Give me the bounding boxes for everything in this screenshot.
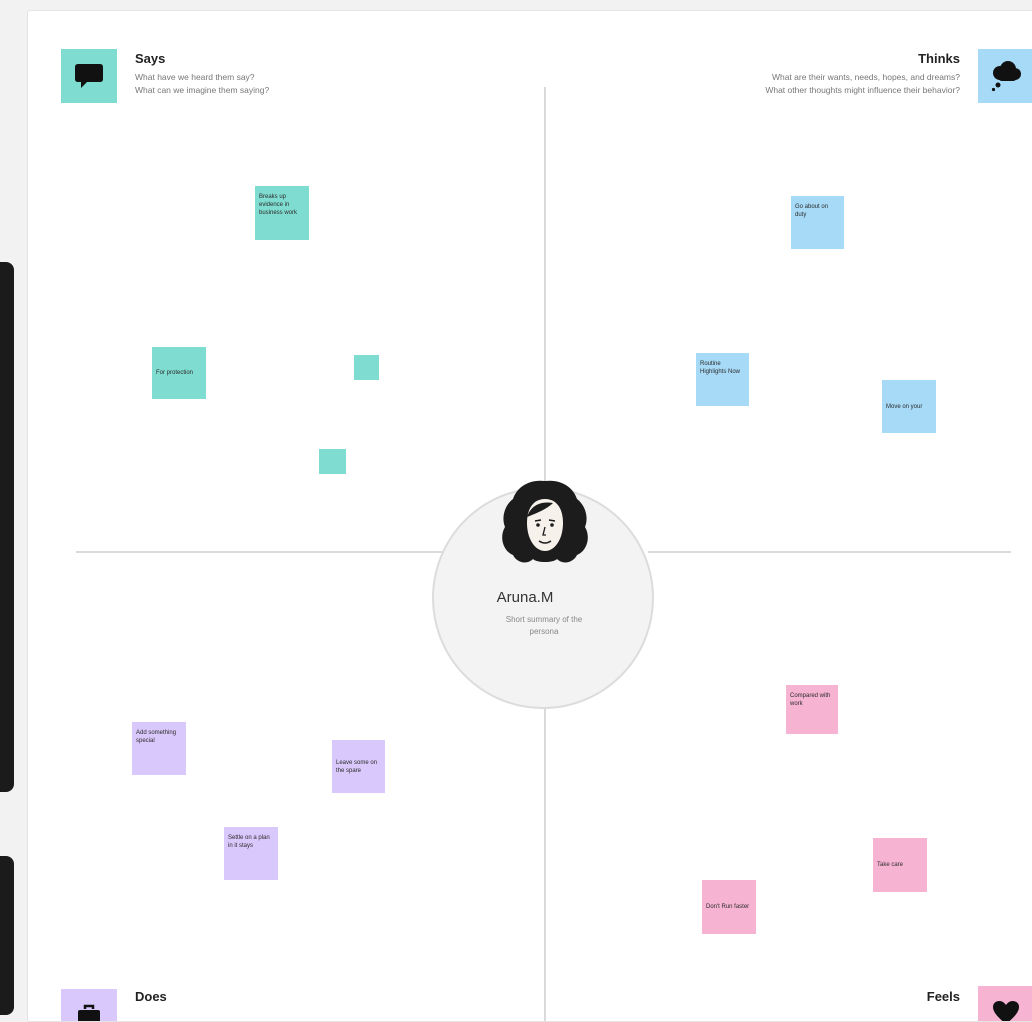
briefcase-icon	[61, 989, 117, 1021]
says-subtitle-line-1: What have we heard them say?	[135, 72, 255, 82]
says-title: Says	[135, 51, 166, 66]
sticky-note-says-2[interactable]: For protection	[152, 347, 206, 399]
heart-icon	[978, 986, 1032, 1021]
does-title: Does	[135, 989, 167, 1004]
thinks-title: Thinks	[918, 51, 960, 66]
horizontal-divider-right	[648, 551, 1011, 553]
sticky-note-says-4[interactable]	[319, 449, 346, 474]
sticky-note-thinks-2[interactable]: Routine Highlights Now	[696, 353, 749, 406]
thinks-subtitle: What are their wants, needs, hopes, and …	[765, 71, 960, 97]
sticky-note-feels-2[interactable]: Take care	[873, 838, 927, 892]
thinks-subtitle-line-1: What are their wants, needs, hopes, and …	[771, 72, 960, 82]
horizontal-divider-left	[76, 551, 456, 553]
persona-name[interactable]: Aruna.M	[434, 589, 652, 606]
empathy-map-board: Says What have we heard them say? What c…	[27, 10, 1032, 1022]
sticky-note-feels-1[interactable]: Compared with work	[786, 685, 838, 734]
sticky-note-does-3[interactable]: Settle on a plan in it stays	[224, 827, 278, 880]
thought-cloud-icon	[978, 49, 1032, 103]
sticky-note-says-3[interactable]	[354, 355, 379, 380]
sticky-note-thinks-3[interactable]: Move on your	[882, 380, 936, 433]
sticky-note-does-2[interactable]: Leave some on the spare	[332, 740, 385, 793]
feels-title: Feels	[926, 989, 960, 1004]
persona-avatar-icon	[502, 480, 588, 563]
left-edge-panel-lower	[0, 856, 14, 1015]
says-subtitle-line-2: What can we imagine them saying?	[135, 85, 270, 95]
sticky-note-thinks-1[interactable]: Go about on duty	[791, 196, 844, 249]
thinks-subtitle-line-2: What other thoughts might influence thei…	[765, 85, 960, 95]
sticky-note-says-1[interactable]: Breaks up evidence in business work	[255, 186, 309, 240]
speech-bubble-icon	[61, 49, 117, 103]
sticky-note-feels-3[interactable]: Don't Run faster	[702, 880, 756, 934]
left-edge-panel	[0, 262, 14, 792]
persona-summary[interactable]: Short summary of the persona	[494, 614, 594, 638]
says-subtitle: What have we heard them say? What can we…	[135, 71, 269, 97]
sticky-note-does-1[interactable]: Add something special	[132, 722, 186, 775]
persona-circle[interactable]: Aruna.M Short summary of the persona	[432, 480, 654, 709]
